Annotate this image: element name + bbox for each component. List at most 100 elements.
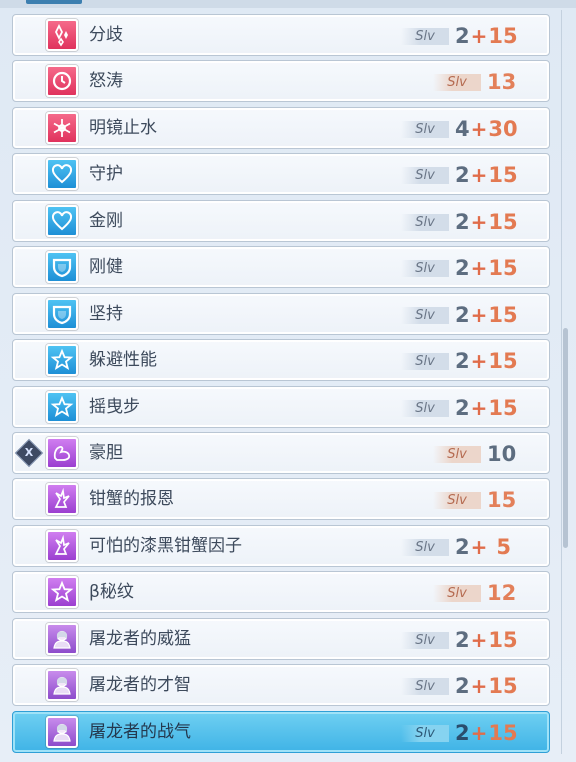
level-plus: + xyxy=(470,349,488,374)
skill-level: 12 xyxy=(487,581,517,606)
star-icon xyxy=(46,390,78,423)
level-bonus: 15 xyxy=(488,24,518,48)
skill-name: 分歧 xyxy=(89,25,123,45)
skill-name: 金刚 xyxy=(89,210,123,231)
level-plus: + xyxy=(470,395,488,420)
skill-row[interactable]: 摇曳步 Slv 2+15 xyxy=(12,385,550,428)
character-portrait-icon xyxy=(46,715,78,748)
cross-tag-icon: X xyxy=(14,438,44,468)
level-plus: + xyxy=(470,674,488,699)
skill-row[interactable]: 屠龙者的威猛 Slv 2+15 xyxy=(12,617,550,660)
skill-row[interactable]: 金刚 Slv 2+15 xyxy=(12,199,550,242)
skill-level: 2+ 5 xyxy=(455,531,511,563)
character-portrait-icon xyxy=(46,669,78,702)
skill-level: 15 xyxy=(487,488,517,513)
skill-level: 2+15 xyxy=(455,20,518,52)
active-tab-indicator xyxy=(26,0,82,4)
level-base: 2 xyxy=(455,349,470,374)
level-plus: + xyxy=(470,116,488,141)
slv-label: Slv xyxy=(401,28,449,45)
slv-label: Slv xyxy=(401,538,449,556)
skill-name: 摇曳步 xyxy=(89,396,140,417)
level-base: 2 xyxy=(455,674,470,699)
skill-level: 2+15 xyxy=(455,159,518,191)
level-base: 2 xyxy=(455,627,470,652)
level-bonus: 15 xyxy=(488,627,518,652)
crab-claw-icon xyxy=(46,529,78,562)
slv-label: Slv xyxy=(401,399,449,417)
skill-row[interactable]: 怒涛 Slv 13 xyxy=(12,60,550,103)
scrollbar-thumb[interactable] xyxy=(563,328,568,548)
skill-row[interactable]: β秘纹 Slv 12 xyxy=(12,571,550,614)
skill-name: 屠龙者的才智 xyxy=(89,675,191,696)
skill-row[interactable]: 明镜止水 Slv 4+30 xyxy=(12,106,550,149)
star-icon xyxy=(46,344,78,377)
skill-row[interactable]: 躲避性能 Slv 2+15 xyxy=(12,339,550,382)
level-plus: + xyxy=(470,163,488,188)
level-plus: + xyxy=(470,720,488,745)
level-bonus: 15 xyxy=(488,720,518,745)
skill-row[interactable]: 分歧 Slv 2+15 xyxy=(12,14,550,56)
level-base: 2 xyxy=(455,163,470,188)
slv-label: Slv xyxy=(433,585,481,603)
level-plus: + xyxy=(470,302,488,327)
snowflake-icon xyxy=(46,111,78,144)
flexed-arm-icon xyxy=(46,436,78,469)
skill-level: 2+15 xyxy=(455,717,518,749)
skill-row[interactable]: 守护 Slv 2+15 xyxy=(12,153,550,196)
scrollbar[interactable] xyxy=(561,10,570,754)
level-base: 2 xyxy=(455,209,470,234)
shield-icon xyxy=(46,251,78,284)
diamond-sparkle-icon xyxy=(46,19,78,51)
slv-label: Slv xyxy=(433,445,481,463)
skill-level: 2+15 xyxy=(455,252,518,284)
skill-level: 4+30 xyxy=(455,113,518,145)
skill-name: 刚健 xyxy=(89,257,123,278)
skill-name: 屠龙者的战气 xyxy=(89,721,191,742)
skill-level: 10 xyxy=(487,441,517,466)
skill-row[interactable]: 刚健 Slv 2+15 xyxy=(12,246,550,289)
level-bonus: 15 xyxy=(488,302,518,327)
crab-claw-icon xyxy=(46,483,78,516)
level-base: 4 xyxy=(455,116,470,141)
skill-level: 2+15 xyxy=(455,670,518,702)
slv-label: Slv xyxy=(433,74,481,92)
clock-icon xyxy=(46,65,78,98)
skill-name: 屠龙者的威猛 xyxy=(89,628,191,649)
level-bonus: 15 xyxy=(488,395,518,420)
level-bonus: 15 xyxy=(488,163,518,188)
level-bonus: 30 xyxy=(488,116,518,141)
level-base: 2 xyxy=(455,534,470,559)
tag-label: X xyxy=(24,445,34,459)
top-tab-strip xyxy=(0,0,576,8)
skill-name: 守护 xyxy=(89,164,123,185)
level-bonus: 15 xyxy=(488,256,518,281)
slv-label: Slv xyxy=(401,678,449,696)
heart-icon xyxy=(46,158,78,191)
skill-name: β秘纹 xyxy=(89,582,134,603)
skill-list: 分歧 Slv 2+15 怒涛 Slv 13 明镜止水 Slv 4+30 守护 Slv 2+15 金刚 Sl… xyxy=(12,14,550,757)
skill-row[interactable]: 钳蟹的报恩 Slv 15 xyxy=(12,478,550,521)
skill-name: 可怕的漆黑钳蟹因子 xyxy=(89,535,242,556)
level-plus: + xyxy=(470,534,488,559)
level-plus: + xyxy=(470,24,488,48)
skill-level: 2+15 xyxy=(455,345,518,377)
skill-row[interactable]: 屠龙者的才智 Slv 2+15 xyxy=(12,664,550,707)
skill-row[interactable]: 屠龙者的战气 Slv 2+15 xyxy=(12,710,550,753)
level-base: 2 xyxy=(455,302,470,327)
level-base: 2 xyxy=(455,256,470,281)
level-bonus: 5 xyxy=(496,534,512,559)
star-icon xyxy=(46,576,78,609)
slv-label: Slv xyxy=(401,724,449,742)
skill-level: 13 xyxy=(487,70,517,95)
slv-label: Slv xyxy=(401,353,449,371)
slv-label: Slv xyxy=(433,492,481,510)
skill-row[interactable]: 可怕的漆黑钳蟹因子 Slv 2+ 5 xyxy=(12,524,550,567)
skill-row[interactable]: X 豪胆 Slv 10 xyxy=(12,431,550,474)
level-plus: + xyxy=(470,209,488,234)
character-portrait-icon xyxy=(46,622,78,655)
skill-row[interactable]: 坚持 Slv 2+15 xyxy=(12,292,550,335)
skill-level: 2+15 xyxy=(455,392,518,424)
slv-label: Slv xyxy=(401,260,449,278)
slv-label: Slv xyxy=(401,631,449,649)
